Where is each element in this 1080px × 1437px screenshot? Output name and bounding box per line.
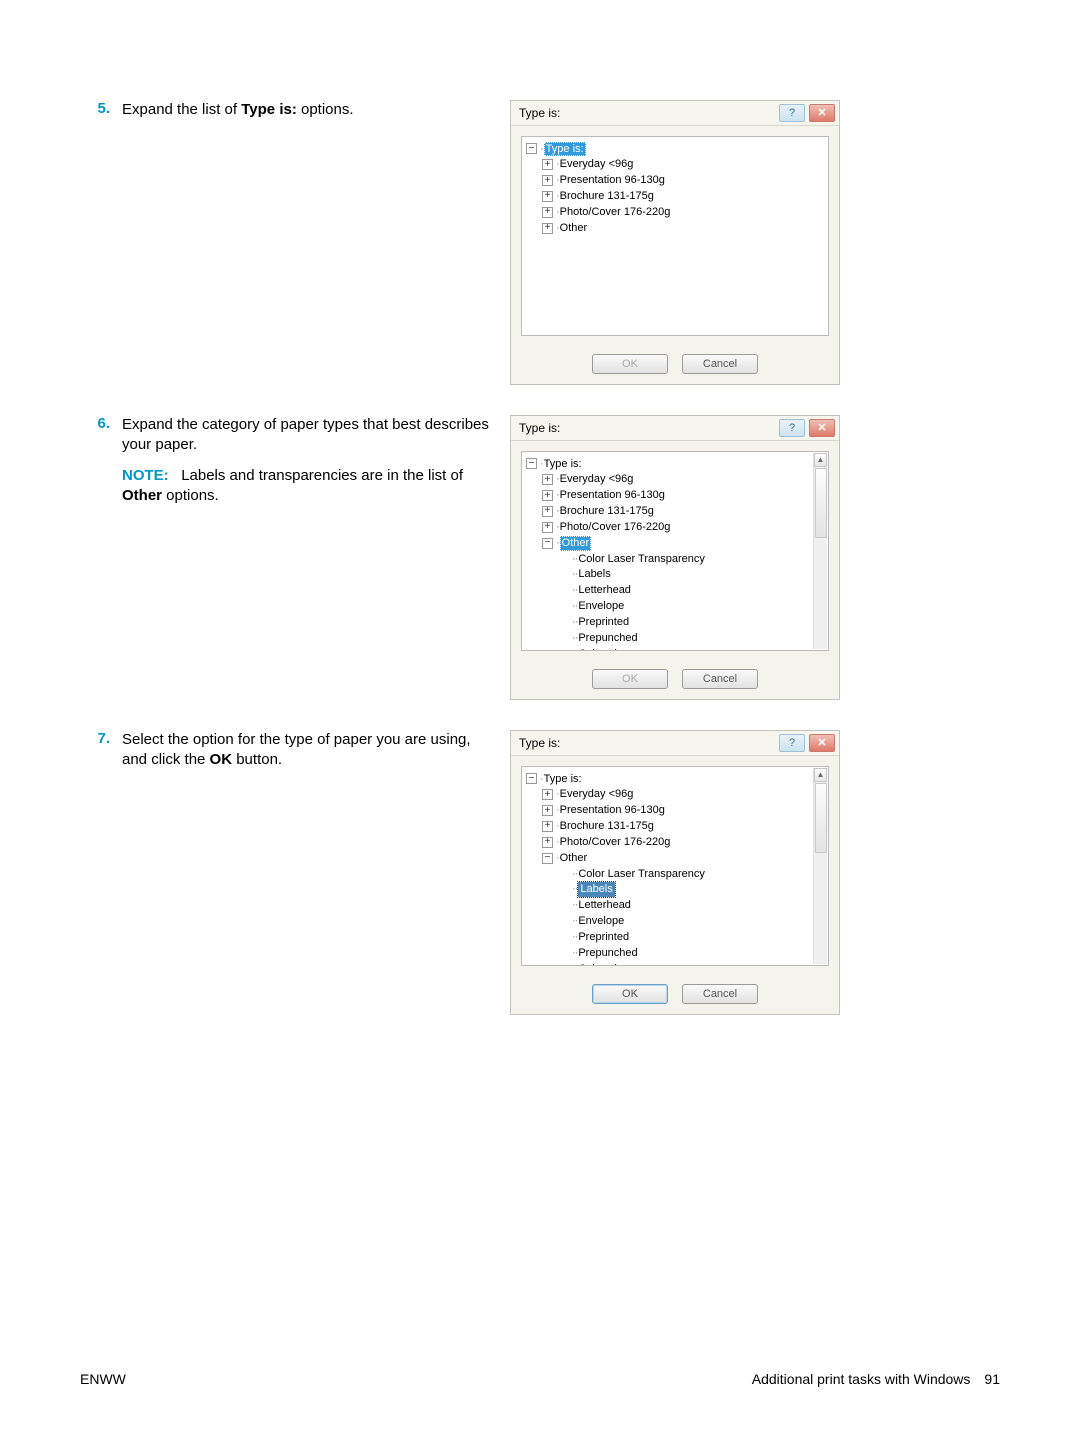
tree-sub-item[interactable]: Colored bbox=[578, 647, 617, 651]
tree-sub-item[interactable]: Preprinted bbox=[578, 615, 629, 630]
dialog-title: Type is: bbox=[519, 420, 775, 436]
collapse-icon[interactable]: − bbox=[542, 853, 553, 864]
collapse-icon[interactable]: − bbox=[542, 538, 553, 549]
tree-item-other[interactable]: Other bbox=[560, 851, 588, 866]
collapse-icon[interactable]: − bbox=[526, 143, 537, 154]
expand-icon[interactable]: + bbox=[542, 821, 553, 832]
tree-sub-item[interactable]: Color Laser Transparency bbox=[578, 552, 705, 567]
close-icon[interactable]: ✕ bbox=[809, 734, 835, 752]
tree-item[interactable]: Brochure 131-175g bbox=[560, 189, 654, 204]
tree-sub-item[interactable]: Prepunched bbox=[578, 631, 637, 646]
page-footer: ENWW Additional print tasks with Windows… bbox=[80, 1371, 1000, 1387]
scroll-thumb[interactable] bbox=[815, 468, 827, 538]
ok-button[interactable]: OK bbox=[592, 354, 668, 374]
expand-icon[interactable]: + bbox=[542, 474, 553, 485]
tree-item[interactable]: Presentation 96-130g bbox=[560, 488, 665, 503]
page-number: 91 bbox=[984, 1371, 1000, 1387]
tree-sub-item[interactable]: Letterhead bbox=[578, 898, 631, 913]
expand-icon[interactable]: + bbox=[542, 191, 553, 202]
tree-item[interactable]: Presentation 96-130g bbox=[560, 173, 665, 188]
tree-item-other[interactable]: Other bbox=[560, 536, 592, 551]
tree-root[interactable]: Type is: bbox=[544, 772, 582, 787]
tree-sub-item[interactable]: Labels bbox=[578, 882, 614, 897]
dialog-title: Type is: bbox=[519, 735, 775, 751]
ok-button[interactable]: OK bbox=[592, 984, 668, 1004]
step-number: 5. bbox=[80, 100, 122, 385]
tree-sub-item[interactable]: Letterhead bbox=[578, 583, 631, 598]
scroll-thumb[interactable] bbox=[815, 783, 827, 853]
cancel-button[interactable]: Cancel bbox=[682, 984, 758, 1004]
expand-icon[interactable]: + bbox=[542, 789, 553, 800]
help-icon[interactable]: ? bbox=[779, 419, 805, 437]
expand-icon[interactable]: + bbox=[542, 490, 553, 501]
tree-sub-item[interactable]: Preprinted bbox=[578, 930, 629, 945]
expand-icon[interactable]: + bbox=[542, 805, 553, 816]
tree-item[interactable]: Other bbox=[560, 221, 588, 236]
note-label: NOTE: bbox=[122, 467, 169, 484]
close-icon[interactable]: ✕ bbox=[809, 419, 835, 437]
tree-item[interactable]: Brochure 131-175g bbox=[560, 504, 654, 519]
expand-icon[interactable]: + bbox=[542, 159, 553, 170]
expand-icon[interactable]: + bbox=[542, 207, 553, 218]
scroll-up-icon[interactable]: ▲ bbox=[814, 453, 827, 467]
scroll-up-icon[interactable]: ▲ bbox=[814, 768, 827, 782]
step-number: 7. bbox=[80, 730, 122, 1015]
tree-item[interactable]: Photo/Cover 176-220g bbox=[560, 520, 671, 535]
tree-root[interactable]: Type is: bbox=[544, 142, 586, 157]
dialog-title: Type is: bbox=[519, 105, 775, 121]
cancel-button[interactable]: Cancel bbox=[682, 669, 758, 689]
tree-sub-item[interactable]: Labels bbox=[578, 567, 610, 582]
tree-item[interactable]: Everyday <96g bbox=[560, 157, 634, 172]
tree-view[interactable]: − · Type is: +·Everyday <96g+·Presentati… bbox=[521, 766, 829, 966]
tree-sub-item[interactable]: Envelope bbox=[578, 599, 624, 614]
scrollbar[interactable]: ▲ bbox=[813, 453, 827, 649]
tree-item[interactable]: Presentation 96-130g bbox=[560, 803, 665, 818]
tree-item[interactable]: Everyday <96g bbox=[560, 472, 634, 487]
tree-item[interactable]: Everyday <96g bbox=[560, 787, 634, 802]
scrollbar[interactable]: ▲ bbox=[813, 768, 827, 964]
collapse-icon[interactable]: − bbox=[526, 458, 537, 469]
help-icon[interactable]: ? bbox=[779, 104, 805, 122]
help-icon[interactable]: ? bbox=[779, 734, 805, 752]
step-text: Select the option for the type of paper … bbox=[122, 730, 490, 1015]
expand-icon[interactable]: + bbox=[542, 223, 553, 234]
expand-icon[interactable]: + bbox=[542, 837, 553, 848]
tree-item[interactable]: Brochure 131-175g bbox=[560, 819, 654, 834]
expand-icon[interactable]: + bbox=[542, 506, 553, 517]
tree-view[interactable]: − · Type is: +·Everyday <96g+·Presentati… bbox=[521, 451, 829, 651]
type-is-dialog-3: Type is: ? ✕ − · Type is: +·Everyday <96… bbox=[510, 730, 840, 1015]
dialog-titlebar: Type is: ? ✕ bbox=[511, 731, 839, 756]
close-icon[interactable]: ✕ bbox=[809, 104, 835, 122]
ok-button[interactable]: OK bbox=[592, 669, 668, 689]
expand-icon[interactable]: + bbox=[542, 522, 553, 533]
footer-left: ENWW bbox=[80, 1371, 126, 1387]
dialog-titlebar: Type is: ? ✕ bbox=[511, 101, 839, 126]
step-text: Expand the list of Type is: options. bbox=[122, 100, 490, 385]
tree-item[interactable]: Photo/Cover 176-220g bbox=[560, 205, 671, 220]
footer-section: Additional print tasks with Windows bbox=[752, 1371, 971, 1387]
step-text: Expand the category of paper types that … bbox=[122, 415, 490, 700]
cancel-button[interactable]: Cancel bbox=[682, 354, 758, 374]
step-number: 6. bbox=[80, 415, 122, 700]
tree-sub-item[interactable]: Color Laser Transparency bbox=[578, 867, 705, 882]
dialog-titlebar: Type is: ? ✕ bbox=[511, 416, 839, 441]
tree-sub-item[interactable]: Envelope bbox=[578, 914, 624, 929]
tree-root[interactable]: Type is: bbox=[544, 457, 582, 472]
tree-sub-item[interactable]: Colored bbox=[578, 962, 617, 966]
tree-item[interactable]: Photo/Cover 176-220g bbox=[560, 835, 671, 850]
collapse-icon[interactable]: − bbox=[526, 773, 537, 784]
expand-icon[interactable]: + bbox=[542, 175, 553, 186]
tree-view[interactable]: − · Type is: +·Everyday <96g+·Presentati… bbox=[521, 136, 829, 336]
tree-sub-item[interactable]: Prepunched bbox=[578, 946, 637, 961]
type-is-dialog-2: Type is: ? ✕ − · Type is: +·Everyday <96… bbox=[510, 415, 840, 700]
type-is-dialog-1: Type is: ? ✕ − · Type is: +·Everyday <96… bbox=[510, 100, 840, 385]
